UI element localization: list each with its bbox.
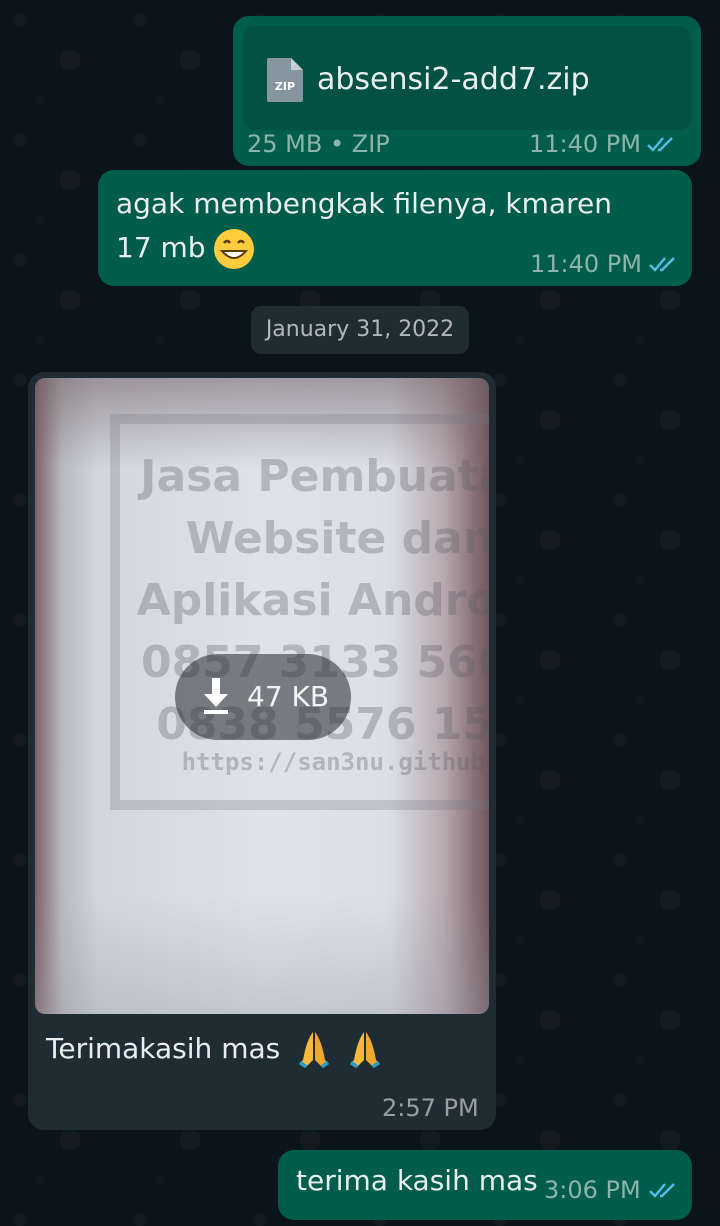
chat-background: ZIP absensi2-add7.zip 25 MB • ZIP 11:40 …	[0, 0, 720, 1226]
folded-hands-emoji-icon	[299, 1032, 330, 1068]
file-attachment[interactable]: ZIP absensi2-add7.zip	[243, 26, 691, 130]
message-time: 11:40 PM	[530, 250, 642, 278]
read-ticks-icon	[649, 1183, 675, 1198]
zip-icon-label: ZIP	[275, 80, 295, 93]
download-button[interactable]: 47 KB	[175, 654, 351, 740]
grinning-emoji-icon	[213, 229, 254, 269]
image-bottom-shade	[35, 894, 489, 1014]
download-size: 47 KB	[247, 680, 330, 713]
blurred-image-preview[interactable]: Jasa Pembuatan Website dan Aplikasi Andr…	[35, 378, 489, 1014]
image-caption-wrap: Terimakasih mas	[46, 1030, 382, 1070]
download-arrow-icon	[204, 678, 228, 714]
text-message-bubble[interactable]: terima kasih mas 3:06 PM	[278, 1150, 692, 1220]
watermark-url: https://san3nu.github.io	[181, 748, 489, 776]
read-ticks-icon	[647, 137, 673, 152]
file-message-bubble[interactable]: ZIP absensi2-add7.zip 25 MB • ZIP 11:40 …	[233, 16, 701, 166]
watermark-line: Website dan	[185, 513, 489, 564]
date-divider: January 31, 2022	[251, 306, 469, 354]
watermark-line: Jasa Pembuatan	[140, 451, 489, 502]
zip-file-icon: ZIP	[267, 58, 303, 102]
text-message-bubble[interactable]: agak membengkak filenya, kmaren 17 mb 11…	[98, 170, 692, 286]
image-message-bubble[interactable]: Jasa Pembuatan Website dan Aplikasi Andr…	[28, 372, 496, 1130]
message-time: 2:57 PM	[382, 1094, 479, 1122]
folded-hands-emoji-icon	[350, 1032, 381, 1068]
message-time: 3:06 PM	[544, 1176, 641, 1204]
message-time: 11:40 PM	[529, 130, 641, 158]
watermark-line: Aplikasi Android	[136, 575, 489, 626]
image-caption: Terimakasih mas	[46, 1032, 281, 1065]
message-text: terima kasih mas	[296, 1164, 538, 1197]
file-name: absensi2-add7.zip	[317, 62, 590, 97]
file-size: 25 MB • ZIP	[247, 130, 390, 158]
read-ticks-icon	[649, 257, 675, 272]
